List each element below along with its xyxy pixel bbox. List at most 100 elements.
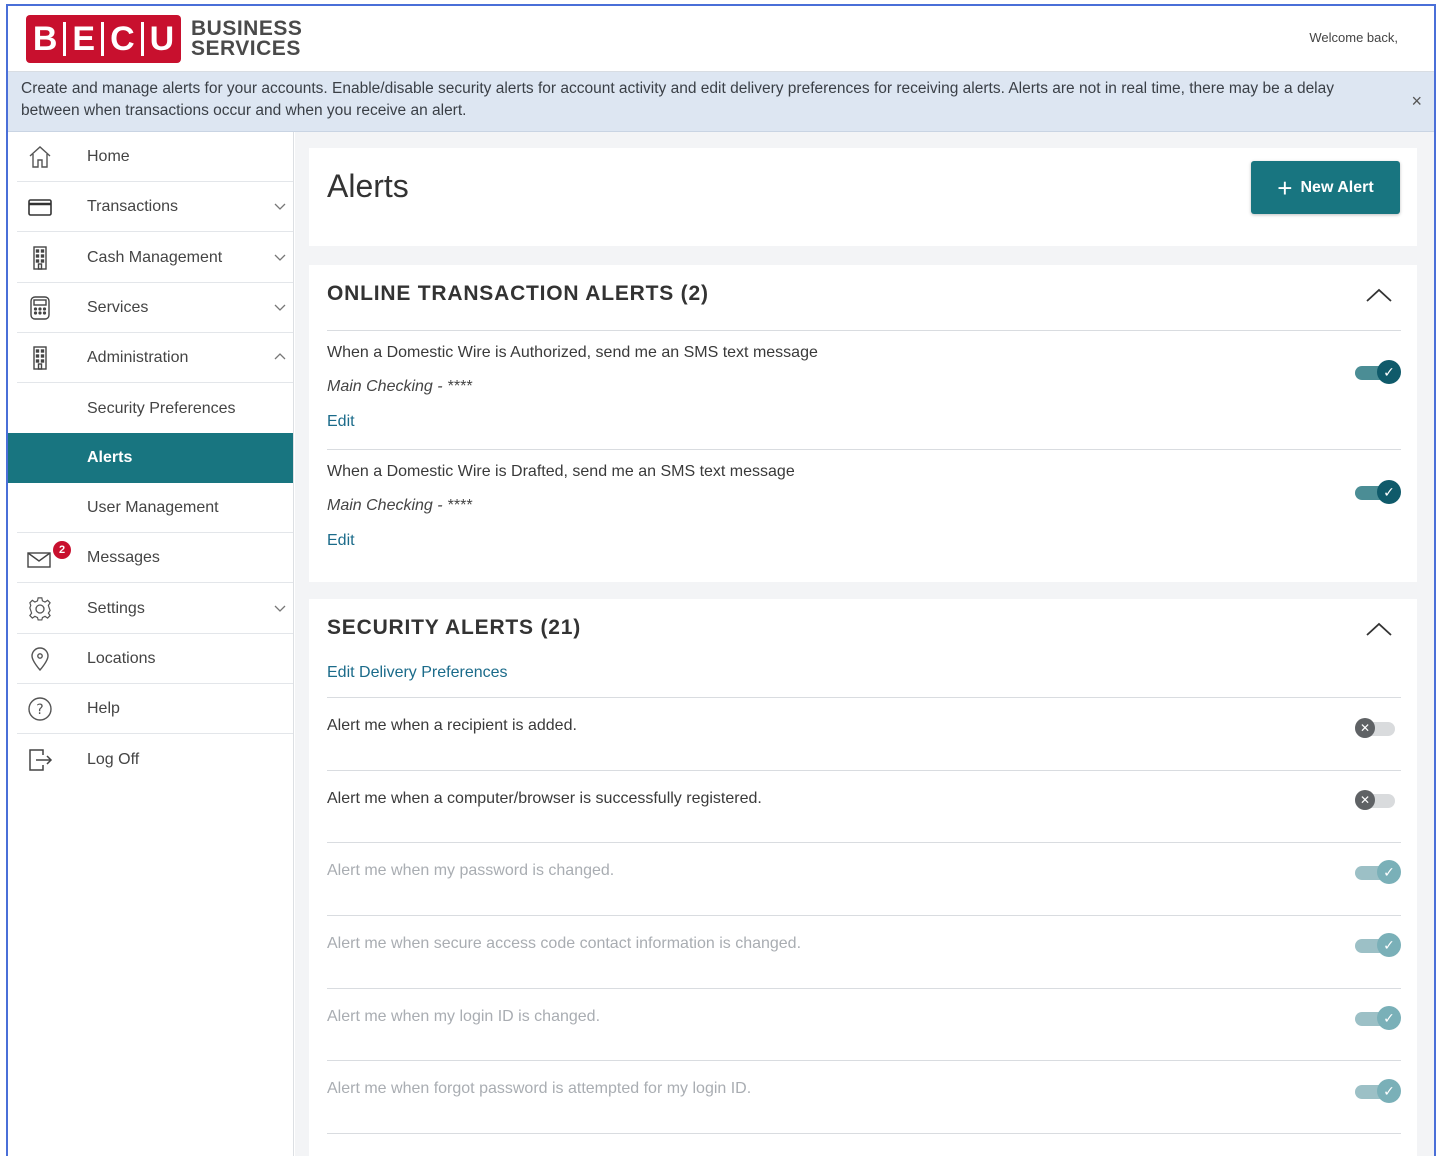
- chevron-down-icon: [274, 605, 286, 612]
- x-icon: ✕: [1355, 790, 1375, 810]
- logo-mark: BECU: [26, 15, 181, 63]
- svg-text:?: ?: [36, 702, 43, 718]
- chevron-up-icon[interactable]: [1365, 621, 1393, 637]
- alert-toggle[interactable]: ✓: [1355, 360, 1401, 384]
- alert-toggle: ✓: [1355, 860, 1401, 884]
- page-title: Alerts: [327, 168, 409, 204]
- logo-letter: U: [149, 19, 175, 58]
- security-alerts-card: SECURITY ALERTS (21) Edit Delivery Prefe…: [309, 599, 1417, 1156]
- sidebar-item-security-preferences[interactable]: Security Preferences: [17, 384, 293, 434]
- sidebar-item-label: Alerts: [87, 449, 133, 466]
- info-banner: Create and manage alerts for your accoun…: [8, 72, 1434, 132]
- main-content: Alerts + New Alert ONLINE TRANSACTION AL…: [295, 132, 1434, 1156]
- sidebar-item-administration[interactable]: Administration: [17, 333, 293, 383]
- check-icon: ✓: [1377, 480, 1401, 504]
- logo-line1: BUSINESS: [191, 17, 303, 40]
- alert-description: When a Domestic Wire is Drafted, send me…: [327, 463, 795, 480]
- sidebar-item-label: Settings: [87, 599, 145, 617]
- alert-description: When a Domestic Wire is Authorized, send…: [327, 344, 818, 361]
- chevron-up-icon[interactable]: [1365, 287, 1393, 303]
- sidebar-item-label: Transactions: [87, 197, 178, 215]
- sidebar-item-messages[interactable]: 2 Messages: [17, 533, 293, 583]
- card-icon: [28, 199, 52, 216]
- welcome-text: Welcome back,: [1309, 30, 1398, 45]
- logo-letter: E: [72, 19, 96, 58]
- divider: [327, 842, 1401, 843]
- chevron-up-icon: [274, 353, 286, 360]
- divider: [327, 770, 1401, 771]
- x-icon: ✕: [1355, 718, 1375, 738]
- check-icon: ✓: [1377, 933, 1401, 957]
- sidebar-item-label: User Management: [87, 498, 219, 516]
- page-header-card: Alerts + New Alert: [309, 148, 1417, 246]
- edit-alert-link[interactable]: Edit: [327, 532, 355, 550]
- alert-description: Alert me when my password is changed.: [327, 862, 615, 879]
- sidebar-nav: Home Transactions Cash Management Servic…: [8, 132, 294, 1156]
- gear-icon: [29, 597, 51, 621]
- logo-wordmark: BUSINESS SERVICES: [191, 17, 303, 60]
- edit-alert-link[interactable]: Edit: [327, 413, 355, 431]
- alert-toggle: ✓: [1355, 1079, 1401, 1103]
- divider: [327, 330, 1401, 331]
- chevron-down-icon: [274, 304, 286, 311]
- alert-toggle[interactable]: ✕: [1355, 716, 1401, 740]
- calculator-icon: [30, 296, 50, 320]
- sidebar-item-label: Security Preferences: [87, 399, 236, 417]
- becu-logo[interactable]: BECU BUSINESS SERVICES: [26, 15, 302, 63]
- alert-description: Alert me when a computer/browser is succ…: [327, 790, 762, 807]
- close-icon[interactable]: ×: [1411, 90, 1422, 112]
- divider: [327, 1133, 1401, 1134]
- divider: [327, 1060, 1401, 1061]
- check-icon: ✓: [1377, 1006, 1401, 1030]
- new-alert-button[interactable]: + New Alert: [1251, 161, 1400, 214]
- logo-letter: C: [110, 19, 135, 58]
- plus-icon: +: [1277, 172, 1293, 203]
- mail-icon: [27, 552, 51, 568]
- sidebar-item-services[interactable]: Services: [17, 283, 293, 333]
- sidebar-item-alerts[interactable]: Alerts: [8, 433, 293, 483]
- sidebar-item-help[interactable]: ? Help: [17, 684, 293, 734]
- check-icon: ✓: [1377, 1079, 1401, 1103]
- alert-toggle: ✓: [1355, 933, 1401, 957]
- sidebar-item-settings[interactable]: Settings: [17, 584, 293, 634]
- alert-toggle[interactable]: ✕: [1355, 788, 1401, 812]
- check-icon: ✓: [1377, 360, 1401, 384]
- alert-account: Main Checking - ****: [327, 378, 472, 395]
- chevron-down-icon: [274, 254, 286, 261]
- sidebar-item-label: Messages: [87, 548, 160, 566]
- sidebar-item-log-off[interactable]: Log Off: [17, 735, 293, 785]
- banner-text: Create and manage alerts for your accoun…: [21, 80, 1334, 119]
- online-transaction-alerts-card: ONLINE TRANSACTION ALERTS (2) When a Dom…: [309, 265, 1417, 582]
- home-icon: [29, 146, 51, 168]
- sidebar-item-user-management[interactable]: User Management: [17, 483, 293, 533]
- alert-description: Alert me when forgot password is attempt…: [327, 1080, 752, 1097]
- chevron-down-icon: [274, 203, 286, 210]
- sidebar-item-locations[interactable]: Locations: [17, 634, 293, 684]
- alert-description: Alert me when my login ID is changed.: [327, 1008, 601, 1025]
- section-title: ONLINE TRANSACTION ALERTS (2): [327, 282, 709, 305]
- sidebar-item-label: Log Off: [87, 751, 140, 768]
- unread-badge: 2: [53, 541, 71, 559]
- logo-line2: SERVICES: [191, 37, 301, 60]
- sidebar-item-label: Locations: [87, 649, 156, 667]
- building-icon: [33, 346, 47, 370]
- alert-toggle[interactable]: ✓: [1355, 480, 1401, 504]
- sidebar-item-home[interactable]: Home: [17, 132, 293, 182]
- sidebar-item-label: Services: [87, 298, 149, 316]
- sidebar-item-cash-management[interactable]: Cash Management: [17, 233, 293, 283]
- check-icon: ✓: [1377, 860, 1401, 884]
- logout-icon: [29, 749, 53, 771]
- divider: [327, 697, 1401, 698]
- edit-delivery-preferences-link[interactable]: Edit Delivery Preferences: [327, 664, 508, 682]
- divider: [327, 915, 1401, 916]
- alert-description: Alert me when a recipient is added.: [327, 717, 577, 734]
- building-icon: [33, 246, 47, 270]
- help-icon: ?: [28, 697, 52, 721]
- sidebar-item-label: Administration: [87, 348, 189, 366]
- header: BECU BUSINESS SERVICES Welcome back,: [8, 6, 1434, 72]
- sidebar-item-label: Cash Management: [87, 248, 223, 266]
- divider: [327, 449, 1401, 450]
- sidebar-item-transactions[interactable]: Transactions: [17, 182, 293, 232]
- divider: [327, 988, 1401, 989]
- alert-description: Alert me when secure access code contact…: [327, 935, 802, 952]
